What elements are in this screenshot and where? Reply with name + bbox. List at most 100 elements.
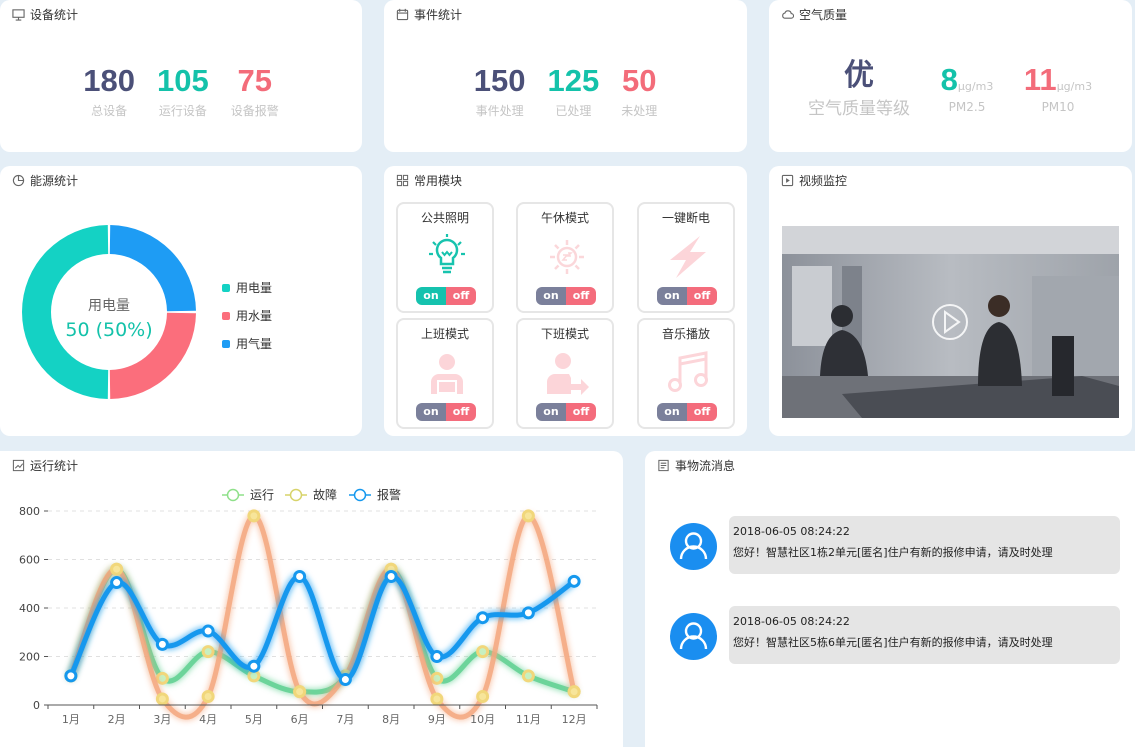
toggle-off[interactable]: off [566,403,596,421]
module-label: 午休模式 [540,211,589,225]
x-tick-label: 6月 [291,713,309,726]
work-person-icon [431,354,463,394]
run-stats-card: 运行统计 运行 故障 报警 0 200 400 600 800 1月 2月 3月 4月 5月 6月 7月 8… [0,451,623,747]
video-player[interactable] [782,226,1119,418]
module-power-off[interactable]: 一键断电 on off [637,202,735,313]
data-point[interactable] [155,692,169,706]
stat-events-done: 125 已处理 [547,62,599,119]
module-toggle[interactable]: on off [536,287,596,305]
y-tick-label: 400 [19,602,40,615]
x-tick-label: 12月 [562,713,587,726]
data-point[interactable] [567,685,581,699]
toggle-on[interactable]: on [416,287,446,305]
data-point[interactable] [201,624,215,638]
toggle-off[interactable]: off [446,403,476,421]
module-leave-mode[interactable]: 下班模式 on off [516,318,614,429]
toggle-off[interactable]: off [687,287,717,305]
module-music[interactable]: 音乐播放 on off [637,318,735,429]
data-point[interactable] [64,669,78,683]
pm10-value: 11 [1023,62,1057,97]
toggle-on[interactable]: on [536,287,566,305]
message-item[interactable]: 2018-06-05 08:24:22 您好！智慧社区5栋6单元[匿名]住户有新… [729,606,1120,664]
module-toggle[interactable]: on off [657,287,717,305]
legend-swatch [222,283,230,292]
energy-title: 能源统计 [30,174,79,188]
event-stats-card: 事件统计 150 事件处理 125 已处理 50 未处理 [384,0,747,152]
module-toggle[interactable]: on off [416,287,476,305]
donut-center-value: 50 (50%) [65,319,152,341]
modules-title: 常用模块 [414,174,463,188]
legend-label: 故障 [313,487,337,502]
data-point[interactable] [247,659,261,673]
stat-running-devices: 105 运行设备 [157,62,209,119]
chart-legend-item[interactable]: 故障 [285,487,337,502]
pm10-label: PM10 [1041,100,1075,114]
legend-swatch [222,311,230,320]
air-grade-value: 优 [844,58,874,93]
x-tick-label: 5月 [245,713,263,726]
module-toggle[interactable]: on off [536,403,596,421]
data-point[interactable] [293,569,307,583]
toggle-off[interactable]: off [446,287,476,305]
energy-legend-gas[interactable]: 用气量 [222,335,272,352]
toggle-on[interactable]: on [536,403,566,421]
legend-marker [353,488,367,502]
data-point[interactable] [521,606,535,620]
device-stats-title: 设备统计 [30,8,79,22]
legend-swatch [222,339,230,348]
module-public-lighting[interactable]: 公共照明 on off [396,202,494,313]
legend-label: 运行 [250,488,274,502]
data-point[interactable] [338,673,352,687]
chart-legend-item[interactable]: 报警 [349,487,401,502]
data-point[interactable] [430,692,444,706]
module-label: 一键断电 [661,211,710,225]
data-point[interactable] [201,690,215,704]
data-point[interactable] [521,509,535,523]
data-point[interactable] [476,690,490,704]
module-toggle[interactable]: on off [416,403,476,421]
data-point[interactable] [155,671,169,685]
toggle-on[interactable]: on [416,403,446,421]
data-point[interactable] [521,669,535,683]
pie-chart-icon [12,174,25,187]
data-point[interactable] [430,671,444,685]
modules-header: 常用模块 [396,172,462,189]
play-icon[interactable] [932,304,968,340]
module-work-mode[interactable]: 上班模式 on off [396,318,494,429]
energy-legend-water[interactable]: 用水量 [222,307,272,324]
module-noon-break[interactable]: 午休模式 on off [516,202,614,313]
data-point[interactable] [384,569,398,583]
video-title: 视频监控 [799,174,848,188]
data-point[interactable] [201,645,215,659]
monitor-icon [12,9,25,21]
energy-legend-electric[interactable]: 用电量 [222,279,272,296]
stat-label: 设备报警 [230,104,279,118]
module-label: 公共照明 [420,211,469,225]
data-point[interactable] [293,685,307,699]
event-stats-title: 事件统计 [414,8,463,22]
toggle-off[interactable]: off [687,403,717,421]
pm25-unit: μg/m3 [957,80,994,93]
data-point[interactable] [476,611,490,625]
data-point[interactable] [247,509,261,523]
user-icon [679,622,708,650]
module-toggle[interactable]: on off [657,403,717,421]
legend-label: 报警 [377,487,401,502]
chart-legend-item[interactable]: 运行 [222,488,274,502]
data-point[interactable] [110,576,124,590]
leave-person-icon [547,353,589,395]
x-tick-label: 4月 [199,713,217,726]
data-point[interactable] [567,574,581,588]
data-point[interactable] [476,645,490,659]
pm25-block: 8μg/m3 PM2.5 [933,62,1001,114]
message-item[interactable]: 2018-06-05 08:24:22 您好！智慧社区1栋2单元[匿名]住户有新… [729,516,1120,574]
data-point[interactable] [110,562,124,576]
data-point[interactable] [430,650,444,663]
toggle-on[interactable]: on [657,403,687,421]
module-label: 上班模式 [420,327,469,341]
music-icon [668,351,708,392]
toggle-on[interactable]: on [657,287,687,305]
air-quality-header: 空气质量 [781,6,847,23]
toggle-off[interactable]: off [566,287,596,305]
data-point[interactable] [155,637,169,651]
